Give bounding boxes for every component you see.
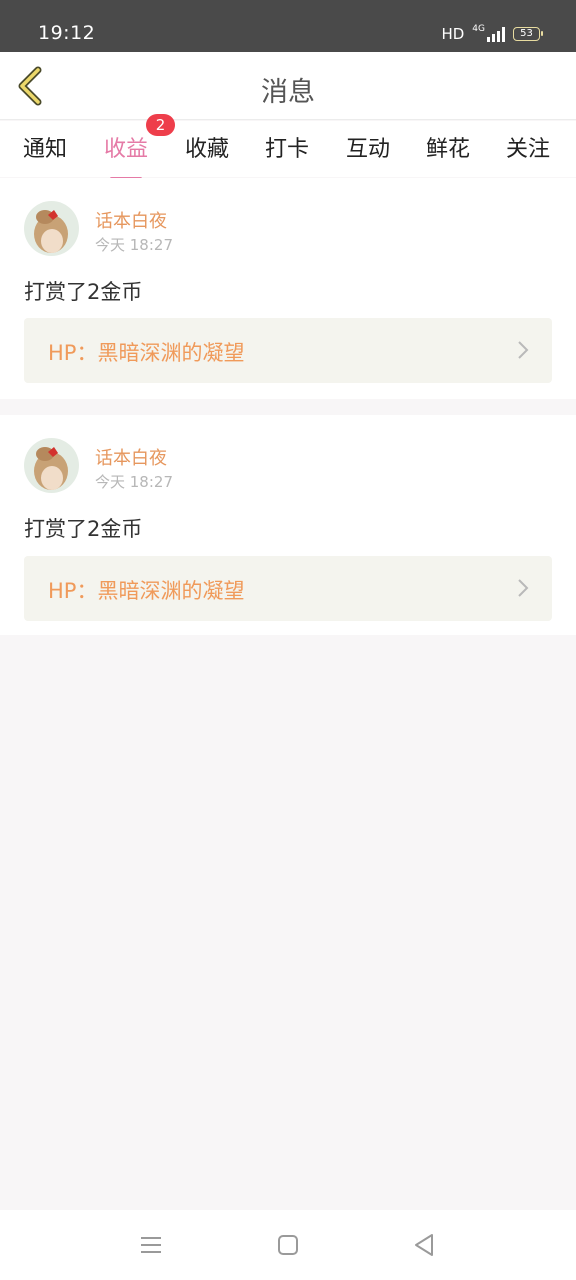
username[interactable]: 话本白夜 (95, 207, 167, 233)
reward-text: 打赏了2金币 (24, 280, 143, 304)
avatar[interactable] (24, 438, 79, 493)
home-button[interactable] (275, 1232, 301, 1258)
tab-label: 打卡 (265, 137, 310, 162)
tab-flowers[interactable]: 鲜花 (426, 131, 470, 163)
tab-label: 互动 (346, 137, 391, 162)
earnings-badge: 2 (146, 114, 175, 136)
message-time: 今天 18:27 (95, 473, 173, 491)
reward-text: 打赏了2金币 (24, 517, 143, 541)
tab-interaction[interactable]: 互动 (346, 131, 390, 163)
battery-icon: 53 (513, 27, 543, 41)
work-link[interactable]: HP：黑暗深渊的凝望 (24, 318, 552, 383)
tab-notifications[interactable]: 通知 (23, 131, 67, 163)
username[interactable]: 话本白夜 (95, 444, 167, 470)
message-card: 话本白夜 今天 18:27 打赏了2金币 HP：黑暗深渊的凝望 (0, 178, 576, 399)
chevron-right-icon (518, 579, 529, 597)
tab-label: 收藏 (185, 137, 230, 162)
battery-level: 53 (520, 28, 533, 39)
status-bar: 19:12 HD 4G 53 (0, 0, 576, 52)
home-square-icon (278, 1235, 298, 1255)
tab-following[interactable]: 关注 (506, 131, 550, 163)
avatar-image-icon (24, 438, 79, 493)
chevron-right-icon (518, 341, 529, 359)
work-link[interactable]: HP：黑暗深渊的凝望 (24, 556, 552, 621)
tab-label: 收益 (104, 137, 149, 162)
tab-checkin[interactable]: 打卡 (265, 131, 309, 163)
menu-icon (141, 1237, 161, 1253)
signal-icon (487, 26, 505, 42)
tab-label: 鲜花 (426, 137, 471, 162)
work-title: HP：黑暗深渊的凝望 (48, 579, 245, 603)
system-nav-bar (0, 1210, 576, 1280)
message-card: 话本白夜 今天 18:27 打赏了2金币 HP：黑暗深渊的凝望 (0, 415, 576, 635)
network-type: 4G (472, 24, 485, 34)
title-bar: 消息 (0, 52, 576, 120)
status-time: 19:12 (38, 22, 96, 44)
tab-label: 关注 (506, 137, 551, 162)
message-time: 今天 18:27 (95, 236, 173, 254)
tab-bar: 通知 收益 收藏 打卡 互动 鲜花 关注 (0, 121, 576, 180)
work-title: HP：黑暗深渊的凝望 (48, 341, 245, 365)
avatar[interactable] (24, 201, 79, 256)
hd-indicator: HD (441, 25, 465, 43)
status-indicators: HD 4G 53 (441, 24, 543, 43)
tab-label: 通知 (23, 137, 68, 162)
page-title: 消息 (261, 77, 315, 108)
avatar-image-icon (24, 201, 79, 256)
back-triangle-icon (415, 1234, 433, 1256)
tab-favorites[interactable]: 收藏 (185, 131, 229, 163)
back-nav-button[interactable] (411, 1232, 437, 1258)
tab-earnings[interactable]: 收益 (104, 131, 149, 180)
menu-button[interactable] (138, 1232, 164, 1258)
